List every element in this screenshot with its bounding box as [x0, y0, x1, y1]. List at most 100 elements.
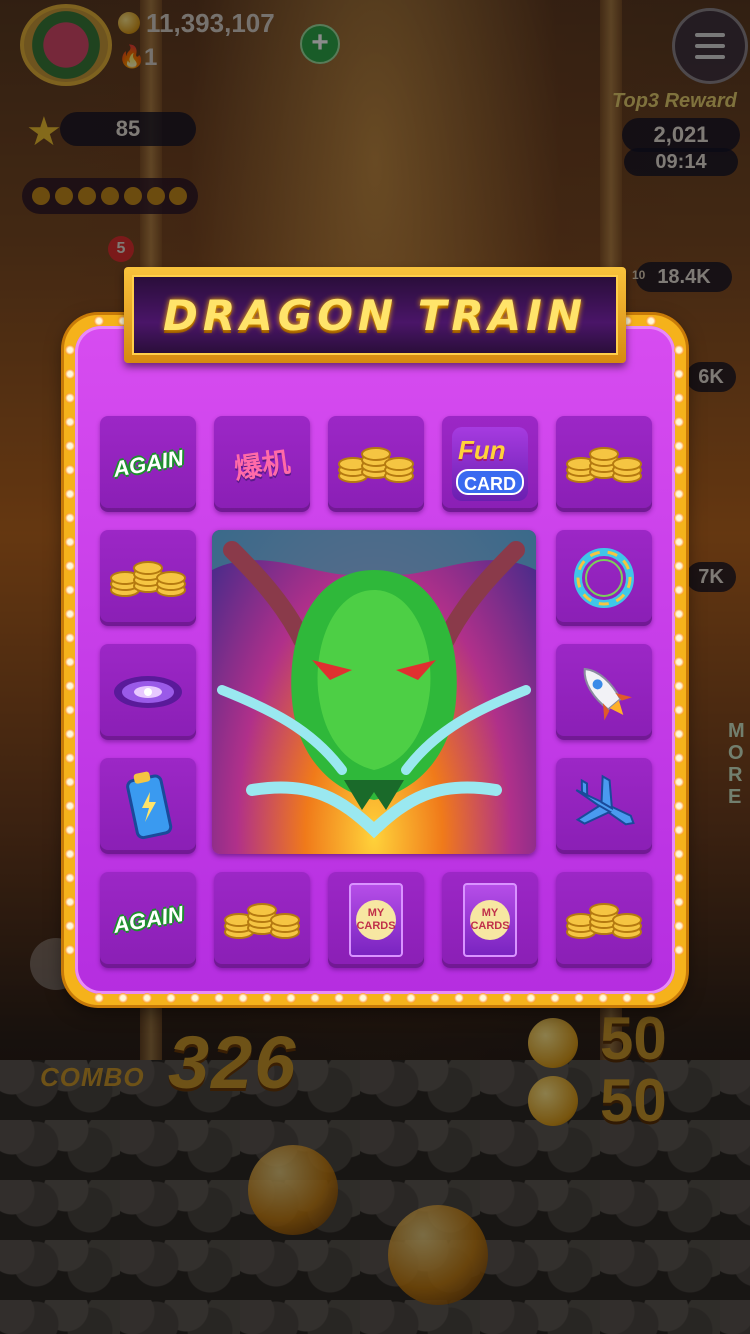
marquee-bulb [166, 993, 176, 1003]
marquee-bulb [65, 753, 75, 763]
my-cards-icon: MY CARDS [463, 883, 517, 957]
galaxy-icon [114, 676, 182, 708]
marquee-bulb [526, 993, 536, 1003]
coin-stack-icon [110, 561, 186, 597]
marquee-bulb [674, 417, 684, 427]
coin-stack-icon [338, 447, 414, 483]
again-label: AGAIN [110, 901, 185, 938]
marquee-bulb [65, 585, 75, 595]
fun-card-icon: Fun CARD [452, 427, 528, 501]
marquee-bulb [674, 369, 684, 379]
tile-battery[interactable] [100, 758, 196, 854]
card-label: CARD [456, 469, 524, 495]
tile-my-cards[interactable]: MY CARDS [328, 872, 424, 968]
marquee-bulb [574, 993, 584, 1003]
tile-dragon-ring[interactable] [556, 530, 652, 626]
marquee-bulb [674, 633, 684, 643]
marquee-bulb [674, 873, 684, 883]
marquee-bulb [358, 993, 368, 1003]
coin-stack-icon [566, 903, 642, 939]
my-cards-label: MY CARDS [470, 900, 510, 940]
marquee-bulb [674, 393, 684, 403]
marquee-bulb [65, 537, 75, 547]
marquee-bulb [65, 657, 75, 667]
marquee-bulb [622, 993, 632, 1003]
tile-galaxy[interactable] [100, 644, 196, 740]
marquee-bulb [94, 993, 104, 1003]
tile-rocket[interactable] [556, 644, 652, 740]
marquee-bulb [262, 993, 272, 1003]
marquee-bulb [238, 993, 248, 1003]
tile-fun-card[interactable]: Fun CARD [442, 416, 538, 512]
marquee-bulb [65, 393, 75, 403]
marquee-bulb [65, 729, 75, 739]
coin-stack-icon [566, 447, 642, 483]
marquee-bulb [65, 897, 75, 907]
marquee-bulb [406, 993, 416, 1003]
marquee-bulb [65, 801, 75, 811]
marquee-bulb [598, 993, 608, 1003]
marquee-bulb [674, 945, 684, 955]
marquee-bulb [674, 537, 684, 547]
marquee-bulb [674, 897, 684, 907]
marquee-bulb [65, 945, 75, 955]
marquee-bulb [674, 465, 684, 475]
airplane-icon [575, 774, 635, 826]
marquee-bulb [65, 345, 75, 355]
title-plate: DRAGON TRAIN [132, 275, 618, 355]
tile-coins[interactable] [556, 872, 652, 968]
marquee-bulb [674, 705, 684, 715]
marquee-bulb [674, 441, 684, 451]
battery-icon [126, 771, 173, 840]
marquee-bulb [65, 633, 75, 643]
marquee-bulb [674, 609, 684, 619]
fun-label: Fun [458, 435, 506, 465]
marquee-bulb [65, 561, 75, 571]
my-cards-label: MY CARDS [356, 900, 396, 940]
tile-coins[interactable] [100, 530, 196, 626]
marquee-bulb [674, 825, 684, 835]
tile-coins[interactable] [214, 872, 310, 968]
marquee-bulb [65, 681, 75, 691]
marquee-bulb [65, 873, 75, 883]
modal-title: DRAGON TRAIN [163, 290, 587, 340]
tile-coins[interactable] [556, 416, 652, 512]
marquee-bulb [94, 316, 104, 326]
boom-label: 爆机 [232, 446, 293, 485]
marquee-bulb [646, 993, 656, 1003]
dragon-jackpot-image [212, 530, 536, 854]
tile-coins[interactable] [328, 416, 424, 512]
marquee-bulb [65, 609, 75, 619]
title-banner: DRAGON TRAIN [124, 267, 626, 363]
tile-again[interactable]: AGAIN [100, 416, 196, 512]
marquee-bulb [65, 849, 75, 859]
marquee-bulb [646, 316, 656, 326]
marquee-bulb [65, 705, 75, 715]
marquee-bulb [674, 513, 684, 523]
marquee-bulb [65, 489, 75, 499]
tile-airplane[interactable] [556, 758, 652, 854]
marquee-bulb [65, 417, 75, 427]
marquee-bulb [674, 729, 684, 739]
marquee-bulb [65, 777, 75, 787]
marquee-bulb [674, 489, 684, 499]
marquee-bulb [550, 993, 560, 1003]
marquee-bulb [65, 369, 75, 379]
marquee-bulb [478, 993, 488, 1003]
marquee-bulb [334, 993, 344, 1003]
marquee-bulb [286, 993, 296, 1003]
marquee-bulb [502, 993, 512, 1003]
dragon-ring-icon [574, 548, 634, 608]
marquee-bulb [674, 345, 684, 355]
marquee-bulb [382, 993, 392, 1003]
tile-again[interactable]: AGAIN [100, 872, 196, 968]
marquee-bulb [65, 921, 75, 931]
again-label: AGAIN [110, 445, 185, 482]
marquee-bulb [142, 993, 152, 1003]
tile-my-cards[interactable]: MY CARDS [442, 872, 538, 968]
tile-boom[interactable]: 爆机 [214, 416, 310, 512]
marquee-bulb [674, 849, 684, 859]
marquee-bulb [674, 921, 684, 931]
marquee-bulb [190, 993, 200, 1003]
marquee-bulb [674, 657, 684, 667]
